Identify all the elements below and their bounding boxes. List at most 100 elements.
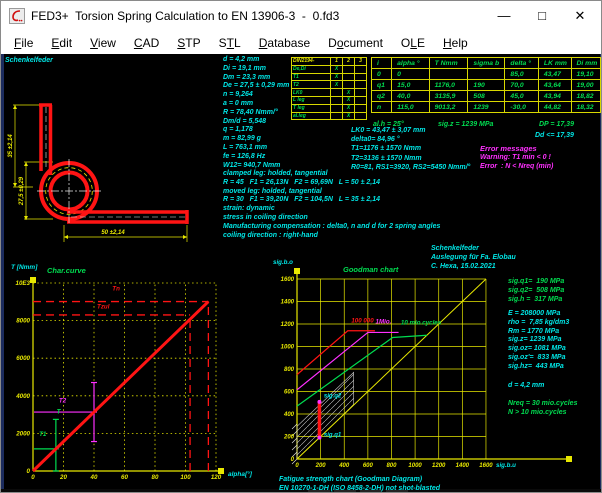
value-line: sig.z= 1239 MPa <box>508 336 569 345</box>
param-line: a = 0 mm <box>223 100 289 109</box>
svg-text:Char.curve: Char.curve <box>47 266 86 275</box>
leg-params-block: clamped leg: holded, tangentialR = 45 F1… <box>223 170 440 240</box>
svg-text:sig.b.u: sig.b.u <box>496 462 516 469</box>
svg-text:1000: 1000 <box>281 345 295 351</box>
param-line: stress in coiling direction <box>223 214 440 223</box>
param-line: strain: dynamic <box>223 205 440 214</box>
svg-text:0: 0 <box>31 474 35 481</box>
svg-text:1200: 1200 <box>281 322 295 328</box>
mid-params-block: LK0 = 43,47 ± 3,07 mmdelta0= 84,96 °T1=1… <box>351 126 470 172</box>
sigz-value: sig.z = 1239 MPa <box>438 121 493 128</box>
svg-text:4000: 4000 <box>15 393 30 400</box>
dp-value: DP = 17,39 <box>539 121 574 128</box>
wire-diameter-value: d = 4,2 mm <box>508 382 544 389</box>
svg-text:Tn: Tn <box>112 286 120 293</box>
value-line: sig.h = 317 MPa <box>508 296 564 305</box>
svg-text:0: 0 <box>295 463 299 469</box>
svg-text:8000: 8000 <box>16 318 30 325</box>
value-line: E = 208000 MPa <box>508 310 569 319</box>
svg-text:Tzul: Tzul <box>97 303 110 310</box>
param-line: L = 763,1 mm <box>223 144 289 153</box>
svg-text:10E3: 10E3 <box>16 280 31 287</box>
din-row-al.leg: al.legX <box>292 112 367 120</box>
alh-value: al.h = 25° <box>373 121 404 128</box>
caption-line: Fatigue strength chart (Goodman Diagram) <box>279 476 440 485</box>
svg-text:200: 200 <box>283 435 295 441</box>
svg-text:800: 800 <box>284 367 295 373</box>
svg-text:6000: 6000 <box>16 355 30 362</box>
svg-text:800: 800 <box>386 463 397 469</box>
din-row-L leg: L legX <box>292 96 367 104</box>
svg-text:100: 100 <box>180 474 191 481</box>
svg-text:1Mio.: 1Mio. <box>376 318 392 325</box>
error-messages-list: Warning: T1 min < 0 !Error : N < Nreq (m… <box>480 154 553 172</box>
param-line: T1=1176 ± 1570 Nmm <box>351 144 470 153</box>
param-line: d = 4,2 mm <box>223 56 289 65</box>
param-line: Di = 19,1 mm <box>223 65 289 74</box>
cycles-values: Nreq = 30 mio.cyclesN > 10 mio.cycles <box>508 400 577 418</box>
din2194-quality-table: DIN2194-123De,DiXT1XT2XLK0XL legXT legXa… <box>291 57 367 120</box>
svg-text:sig.q1: sig.q1 <box>324 433 342 439</box>
param-line: n = 9,264 <box>223 91 289 100</box>
svg-text:40: 40 <box>90 474 98 481</box>
svg-text:100 000: 100 000 <box>351 317 374 324</box>
svg-text:2000: 2000 <box>15 430 30 437</box>
svg-text:1200: 1200 <box>432 463 446 469</box>
value-line: Rm = 1770 MPa <box>508 328 569 337</box>
param-line: T2=3136 ± 1570 Nmm <box>351 154 470 163</box>
param-line: R = 78,40 Nmm/° <box>223 109 289 118</box>
svg-text:sig.q2: sig.q2 <box>324 393 342 399</box>
svg-text:400: 400 <box>338 463 350 469</box>
svg-text:120: 120 <box>211 474 222 481</box>
din-row-T leg: T legX <box>292 104 367 112</box>
caption-line: EN 10270-1-DH (ISO 8458-2-DH) not shot-b… <box>279 485 440 493</box>
dd-value: Dd <= 17,39 <box>535 132 574 139</box>
param-line: De = 27,5 ± 0,29 mm <box>223 82 289 91</box>
value-line: sig.oz'= 833 MPa <box>508 354 569 363</box>
param-line: R = 45 F1 = 26,13N F2 = 69,69N L = 50 ± … <box>223 179 440 188</box>
left-params-block: d = 4,2 mmDi = 19,1 mmDm = 23,3 mmDe = 2… <box>223 56 289 170</box>
svg-text:27,5 ±0,29: 27,5 ±0,29 <box>19 176 25 206</box>
svg-text:600: 600 <box>363 463 374 469</box>
svg-text:1600: 1600 <box>281 277 295 283</box>
results-table: ialpha °T Nmmsigma bdelta °LK mmDi mm008… <box>371 57 601 113</box>
svg-text:600: 600 <box>284 390 295 396</box>
svg-text:T [Nmm]: T [Nmm] <box>11 264 38 271</box>
value-line: sig.hz= 443 MPa <box>508 363 569 372</box>
svg-text:80: 80 <box>152 474 159 481</box>
header-line: C. Hexa, 15.02.2021 <box>431 263 516 272</box>
goodman-caption: Fatigue strength chart (Goodman Diagram)… <box>279 476 440 493</box>
svg-text:Goodman chart: Goodman chart <box>343 265 399 274</box>
svg-text:sig.b.o: sig.b.o <box>273 259 293 266</box>
results-header: ialpha °T Nmmsigma bdelta °LK mmDi mm <box>372 58 601 69</box>
din-row-T2: T2X <box>292 81 367 89</box>
param-line: R = 30 F1 = 39,20N F2 = 104,5N L = 35 ± … <box>223 196 440 205</box>
spring-drawing: 35 ±2,1427,5 ±0,2950 ±2,14 <box>8 105 187 242</box>
results-row-n: n115,09013,21239-30,044,8218,32 <box>372 102 601 113</box>
results-row-q2: q240,03135,950845,043,9418,82 <box>372 91 601 102</box>
din-row-LK0: LK0X <box>292 89 367 97</box>
param-line: delta0= 84,96 ° <box>351 135 470 144</box>
results-row-0: 0085,043,4719,10 <box>372 69 601 80</box>
svg-text:alpha[°]: alpha[°] <box>228 470 253 478</box>
param-line: Manufacturing compensation : delta0, n a… <box>223 223 440 232</box>
char-curve-chart: 0204060801001200200040006000800010E3T [N… <box>11 264 253 481</box>
din-row-De,Di: De,DiX <box>292 65 367 73</box>
material-values: E = 208000 MParho = 7,85 kg/dm3Rm = 1770… <box>508 310 569 372</box>
value-line: rho = 7,85 kg/dm3 <box>508 319 569 328</box>
header-line: Schenkelfeder <box>431 245 516 254</box>
drawing-title: Schenkelfeder <box>5 57 53 64</box>
error-line: Error : N < Nreq (min) <box>480 163 553 172</box>
svg-text:1600: 1600 <box>479 463 493 469</box>
goodman-header: SchenkelfederAuslegung für Fa. ElobauC. … <box>431 245 516 271</box>
value-line: sig.oz= 1081 MPa <box>508 345 569 354</box>
param-line: fe = 126,8 Hz <box>223 153 289 162</box>
header-line: Auslegung für Fa. Elobau <box>431 254 516 263</box>
svg-text:T1: T1 <box>39 431 47 438</box>
value-line: sig.q1= 190 MPa <box>508 278 564 287</box>
param-line: coiling direction : right-hand <box>223 232 440 241</box>
param-line: moved leg: holded, tangential <box>223 188 440 197</box>
param-line: m = 82,99 g <box>223 135 289 144</box>
din-row-T1: T1X <box>292 73 367 81</box>
svg-text:0: 0 <box>27 468 31 475</box>
